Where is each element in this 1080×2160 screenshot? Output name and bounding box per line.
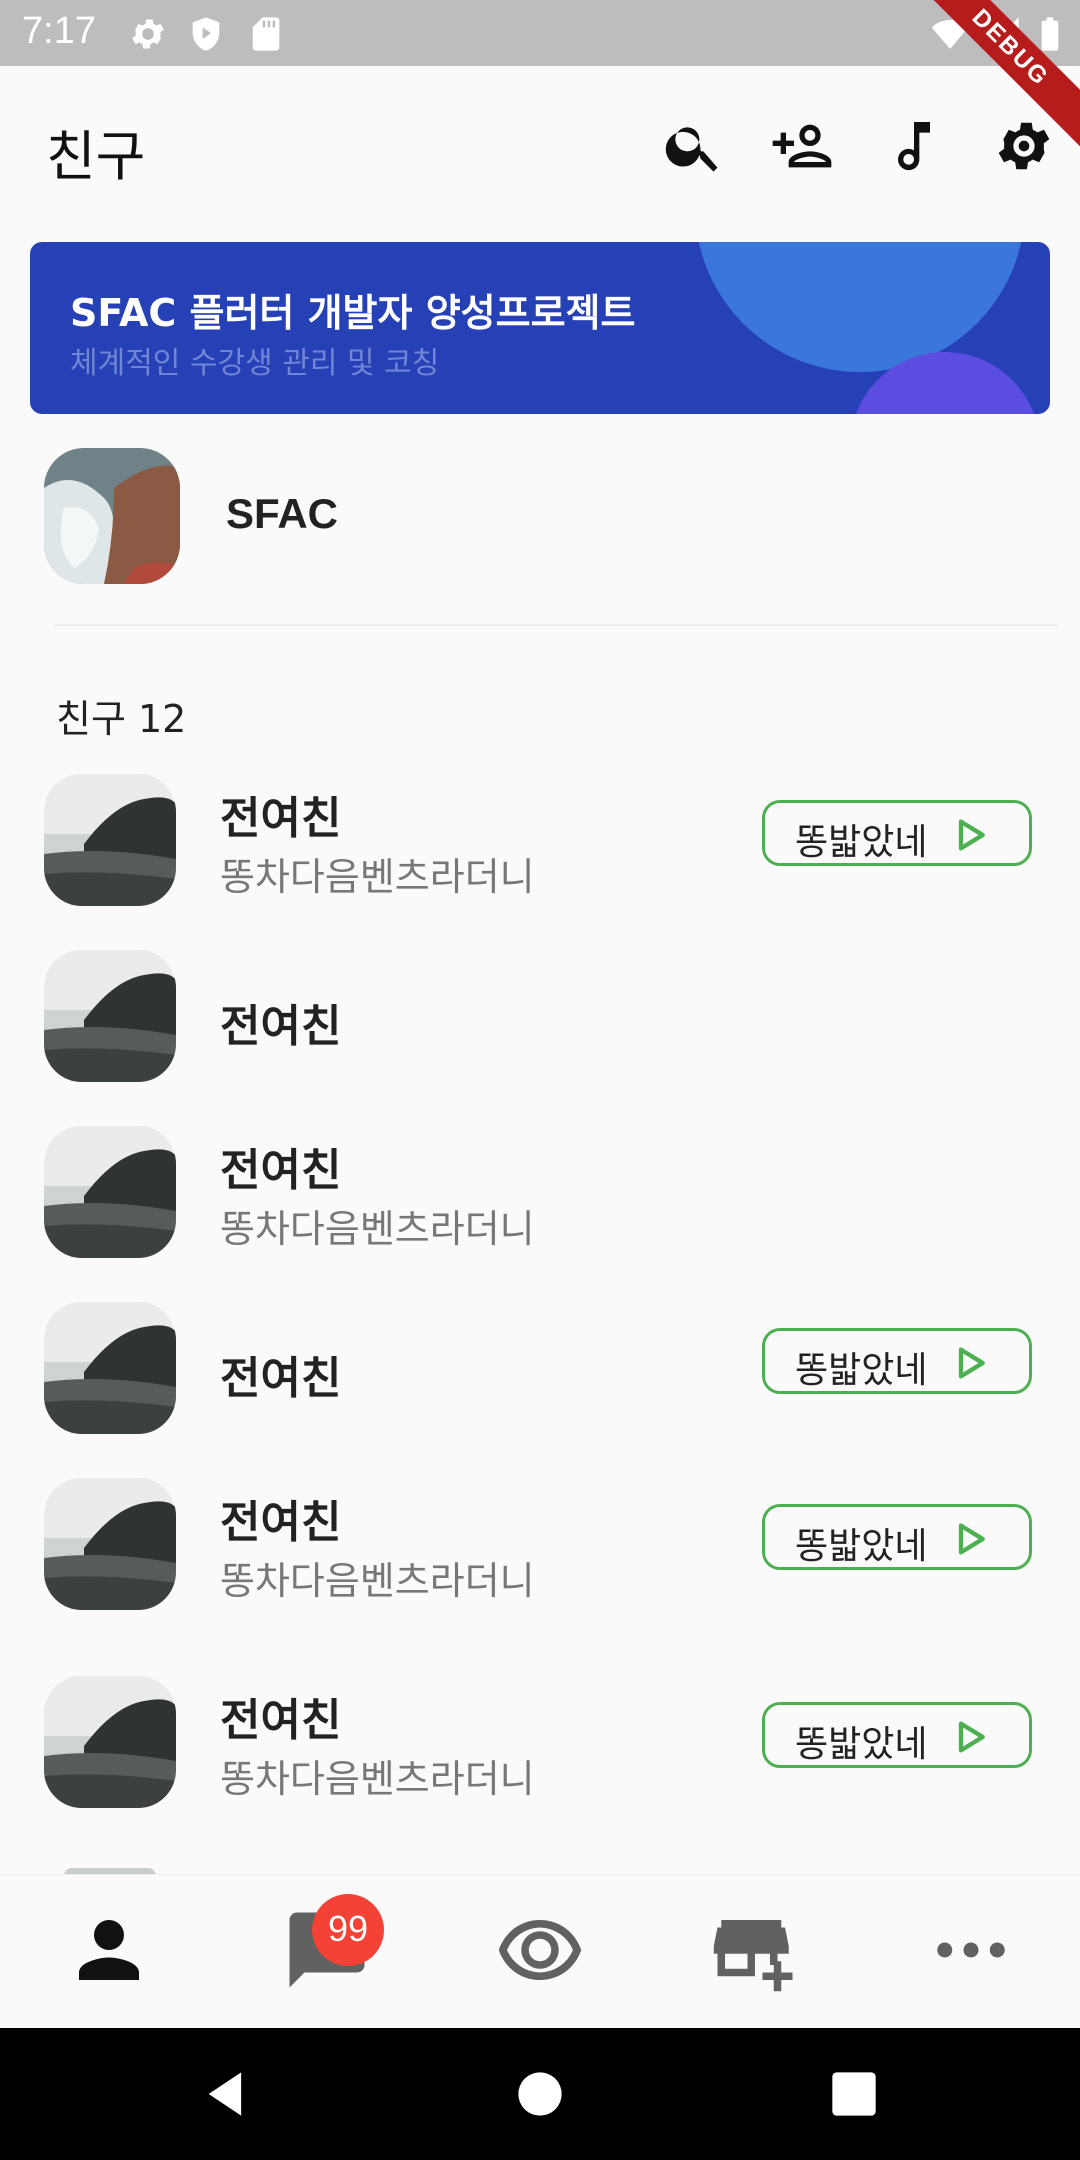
status-bar: 7:17 DEBUG xyxy=(0,0,1080,155)
friend-music-label: 똥밟았네 xyxy=(795,1526,928,1567)
friend-list-item[interactable]: 전여친 똥차다음벤츠라더니 똥밟았네 xyxy=(0,1474,1080,1614)
friend-list-item[interactable]: 전여친 똥밟았네 xyxy=(0,1298,1080,1438)
friend-status-message: 똥차다음벤츠라더니 xyxy=(220,855,535,899)
friend-avatar xyxy=(44,1126,176,1258)
banner-title: SFAC 플러터 개발자 양성프로젝트 xyxy=(70,291,636,335)
friend-status-message: 똥차다음벤츠라더니 xyxy=(220,1559,535,1603)
system-navigation-bar xyxy=(0,2028,1080,2160)
recents-icon[interactable] xyxy=(828,2068,880,2120)
my-profile[interactable]: SFAC xyxy=(0,446,1080,586)
shield-play-icon xyxy=(192,17,220,51)
home-icon[interactable] xyxy=(514,2068,566,2120)
settings-icon[interactable] xyxy=(992,114,1056,178)
profile-avatar xyxy=(44,448,180,584)
banner-circle-decoration xyxy=(695,242,1025,372)
bottom-navigation xyxy=(0,1874,1080,2029)
play-icon xyxy=(958,1347,985,1379)
friend-avatar xyxy=(44,1478,176,1610)
friend-music-button[interactable]: 똥밟았네 xyxy=(762,1702,1032,1768)
profile-name: SFAC xyxy=(226,490,339,537)
friend-avatar xyxy=(44,774,176,906)
friend-music-button[interactable]: 똥밟았네 xyxy=(762,1504,1032,1570)
friend-list-item[interactable]: 전여친 똥차다음벤츠라더니 똥밟았네 xyxy=(0,770,1080,910)
friend-list-item[interactable]: 전여친 똥차다음벤츠라더니 xyxy=(0,1122,1080,1262)
friend-music-label: 똥밟았네 xyxy=(795,822,928,863)
nav-more-icon[interactable] xyxy=(926,1905,1016,1995)
play-icon xyxy=(958,819,985,851)
add-friend-icon[interactable] xyxy=(770,114,834,178)
friend-name: 전여친 xyxy=(220,1695,342,1746)
friend-name: 전여친 xyxy=(220,1497,342,1548)
settings-status-icon xyxy=(132,19,164,49)
friend-avatar xyxy=(44,1302,176,1434)
status-time: 7:17 xyxy=(22,10,96,52)
friend-avatar xyxy=(44,1676,176,1808)
friend-name: 전여친 xyxy=(220,793,342,844)
friend-name: 전여친 xyxy=(220,1001,342,1052)
app-bar: 친구 xyxy=(0,66,1080,224)
friend-status-message: 똥차다음벤츠라더니 xyxy=(220,1757,535,1801)
play-icon xyxy=(958,1721,985,1753)
friend-avatar xyxy=(44,950,176,1082)
friends-section-header: 친구 12 xyxy=(56,697,187,741)
friend-name: 전여친 xyxy=(220,1353,342,1404)
promo-banner[interactable]: SFAC 플러터 개발자 양성프로젝트 체계적인 수강생 관리 및 코칭 xyxy=(30,242,1050,414)
music-note-icon[interactable] xyxy=(882,114,946,178)
chat-unread-badge: 99 xyxy=(312,1894,384,1966)
friend-music-label: 똥밟았네 xyxy=(795,1724,928,1765)
nav-shop-icon[interactable] xyxy=(710,1905,800,1995)
nav-view-icon[interactable] xyxy=(495,1905,585,1995)
page-title: 친구 xyxy=(46,125,146,188)
friend-music-button[interactable]: 똥밟았네 xyxy=(762,1328,1032,1394)
nav-friends-icon[interactable] xyxy=(64,1905,154,1995)
friend-status-message: 똥차다음벤츠라더니 xyxy=(220,1207,535,1251)
search-icon[interactable] xyxy=(662,114,726,178)
friend-list-item[interactable]: 전여친 똥차다음벤츠라더니 똥밟았네 xyxy=(0,1672,1080,1812)
divider xyxy=(54,624,1058,626)
friend-music-button[interactable]: 똥밟았네 xyxy=(762,800,1032,866)
friend-name: 전여친 xyxy=(220,1145,342,1196)
sd-card-icon xyxy=(252,17,280,51)
play-icon xyxy=(958,1523,985,1555)
back-icon[interactable] xyxy=(200,2068,252,2120)
friend-list-item[interactable]: 전여친 xyxy=(0,946,1080,1086)
friend-music-label: 똥밟았네 xyxy=(795,1350,928,1391)
banner-subtitle: 체계적인 수강생 관리 및 코칭 xyxy=(70,346,440,381)
